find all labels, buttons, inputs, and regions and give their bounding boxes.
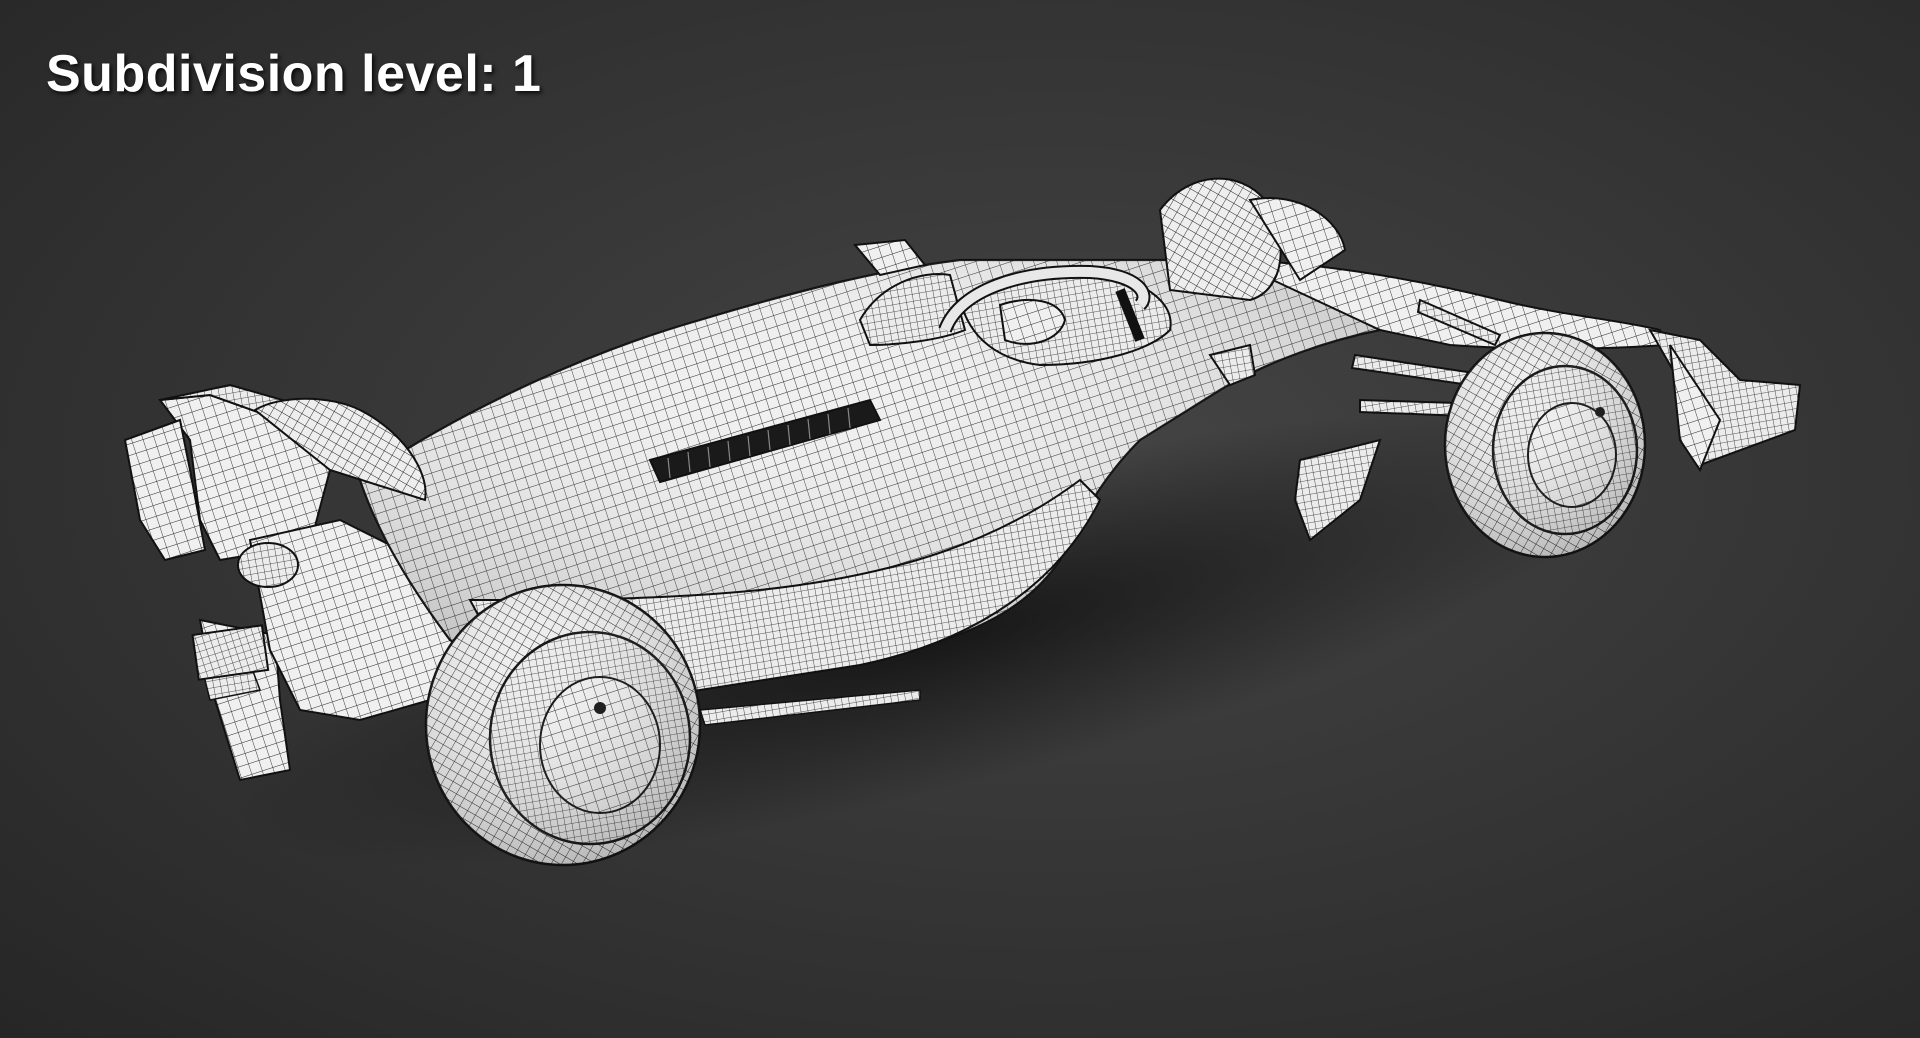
render-viewport: Subdivision level: 1 [0, 0, 1920, 1038]
rear-wheel [424, 583, 702, 867]
subdivision-level-label: Subdivision level: 1 [46, 45, 542, 103]
car-wireframe-render [123, 177, 1802, 867]
front-wheel [1443, 331, 1647, 559]
